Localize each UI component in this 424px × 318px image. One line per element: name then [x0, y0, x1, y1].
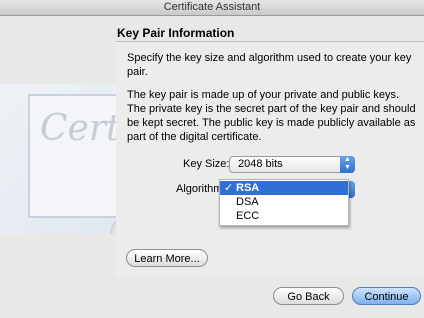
key-size-label: Key Size: — [183, 158, 230, 170]
go-back-button[interactable]: Go Back — [273, 287, 344, 305]
key-size-value: 2048 bits — [238, 158, 283, 170]
algorithm-option-rsa[interactable]: ✓ RSA — [220, 181, 348, 195]
section-divider — [116, 41, 424, 42]
algorithm-option-label: RSA — [236, 182, 260, 194]
algorithm-label: Algorithm — [176, 183, 223, 195]
algorithm-option-label: ECC — [236, 210, 260, 222]
description-keypair: The key pair is made up of your private … — [127, 89, 416, 143]
key-size-popup[interactable]: 2048 bits ▲ ▼ — [229, 156, 355, 173]
algorithm-menu[interactable]: ✓ RSA DSA ECC — [219, 179, 349, 226]
window-title: Certificate Assistant — [163, 1, 261, 13]
algorithm-option-dsa[interactable]: DSA — [220, 195, 348, 209]
algorithm-option-label: DSA — [236, 196, 259, 208]
section-title: Key Pair Information — [117, 26, 235, 40]
algorithm-option-ecc[interactable]: ECC — [220, 209, 348, 223]
continue-button[interactable]: Continue — [352, 287, 421, 305]
popup-arrows-icon: ▲▼ — [340, 156, 355, 173]
learn-more-button[interactable]: Learn More... — [126, 249, 208, 267]
checkmark-icon: ✓ — [224, 182, 234, 194]
window-titlebar: Certificate Assistant — [0, 0, 424, 16]
description-intro: Specify the key size and algorithm used … — [127, 52, 412, 78]
